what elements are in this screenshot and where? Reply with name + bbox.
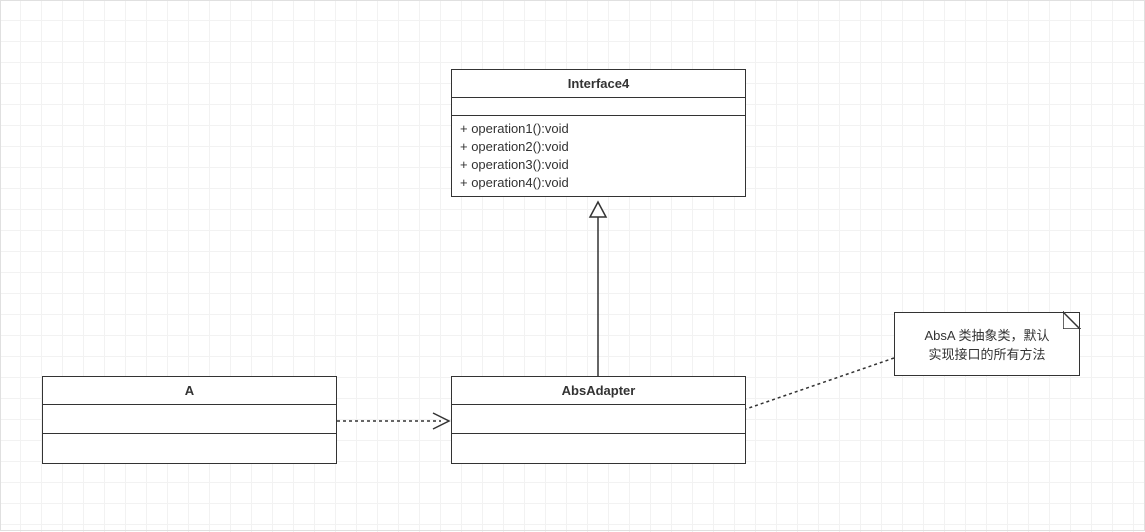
uml-interface-box: Interface4 + operation1():void + operati… xyxy=(451,69,746,197)
dependency-arrowhead xyxy=(433,413,449,429)
uml-absadapter-box: AbsAdapter xyxy=(451,376,746,464)
absadapter-attributes-section xyxy=(452,405,745,434)
class-a-attributes-section xyxy=(43,405,336,434)
uml-note-box: AbsA 类抽象类，默认 实现接口的所有方法 xyxy=(894,312,1080,376)
note-connector-line xyxy=(746,358,894,409)
inheritance-arrowhead xyxy=(590,202,606,217)
interface-operation: + operation3():void xyxy=(460,156,737,174)
class-a-operations-section xyxy=(43,434,336,463)
class-a-title: A xyxy=(43,377,336,405)
interface-operation: + operation2():void xyxy=(460,138,737,156)
note-text-line: AbsA 类抽象类，默认 xyxy=(905,325,1069,344)
interface-operations-section: + operation1():void + operation2():void … xyxy=(452,116,745,196)
absadapter-operations-section xyxy=(452,434,745,463)
interface-operation: + operation1():void xyxy=(460,120,737,138)
absadapter-title: AbsAdapter xyxy=(452,377,745,405)
note-text-line: 实现接口的所有方法 xyxy=(905,344,1069,363)
interface-operation: + operation4():void xyxy=(460,174,737,192)
interface-attributes-section xyxy=(452,98,745,116)
interface-title: Interface4 xyxy=(452,70,745,98)
uml-class-a-box: A xyxy=(42,376,337,464)
note-corner-fold xyxy=(1063,311,1081,329)
